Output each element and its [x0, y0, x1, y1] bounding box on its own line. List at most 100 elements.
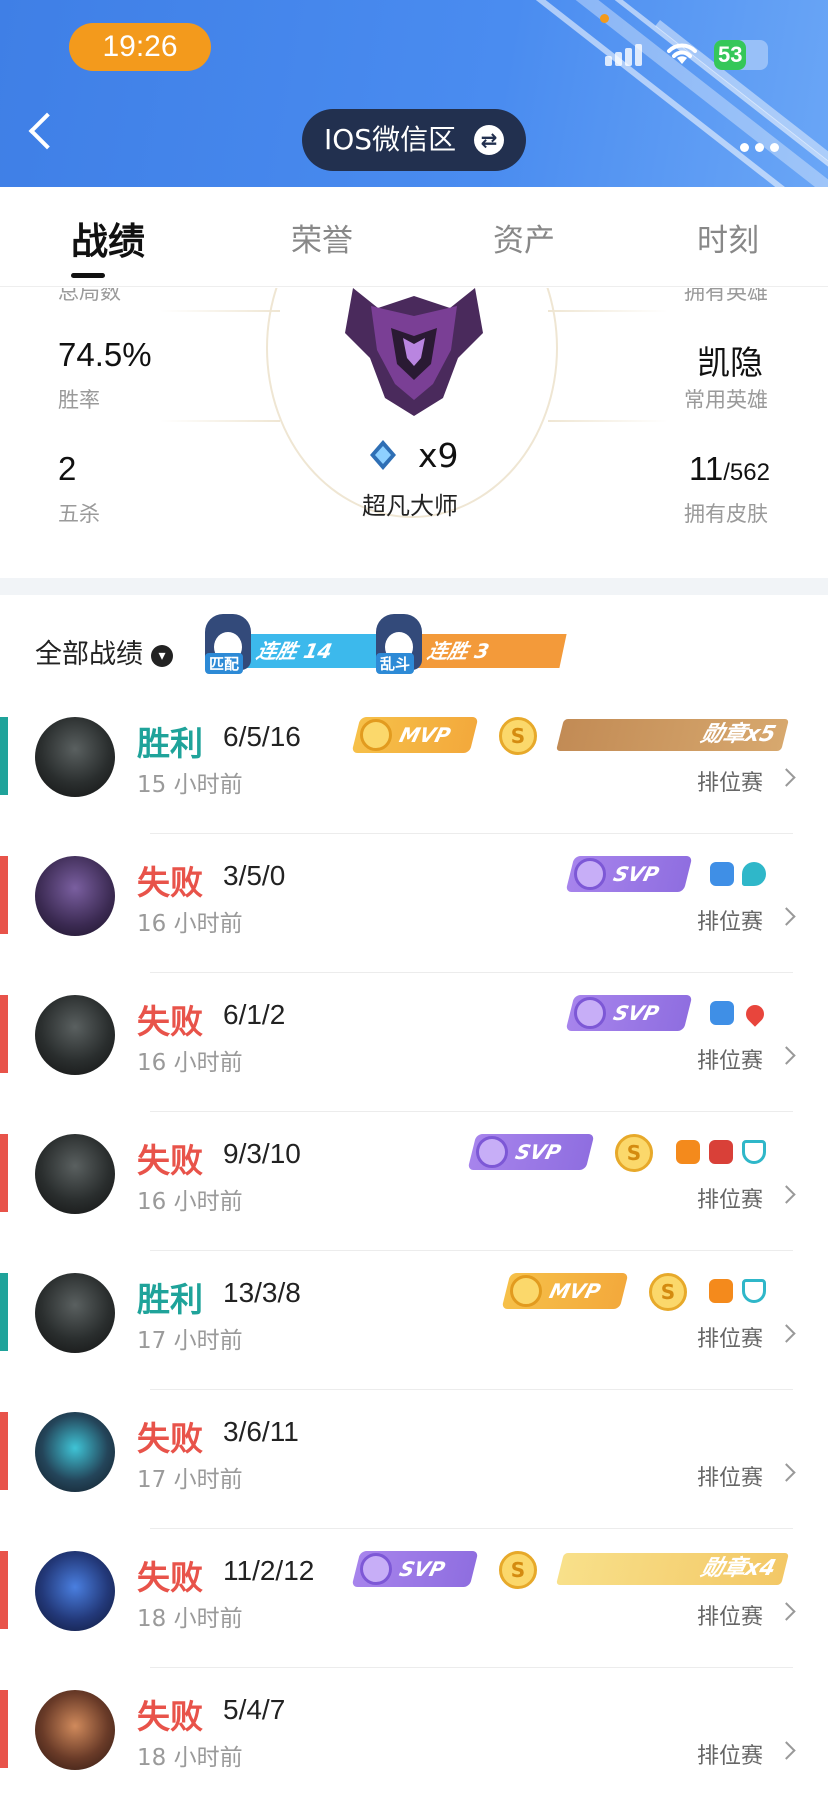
achievement-icon [742, 1001, 768, 1027]
match-row[interactable]: 失败 6/1/2 16 小时前 SVP 排位赛 [0, 973, 828, 1112]
achievement-icon [710, 862, 734, 886]
s-grade-coin-icon: S [649, 1273, 687, 1311]
records-filter-button[interactable]: 全部战绩 ▾ [35, 632, 173, 671]
match-mode: 排位赛 [697, 1744, 764, 1769]
match-mode: 排位赛 [697, 1188, 764, 1213]
more-options-button[interactable] [740, 137, 785, 156]
match-row[interactable]: 胜利 13/3/8 17 小时前 MVP S 排位赛 [0, 1251, 828, 1390]
chevron-right-icon [777, 1324, 796, 1343]
hero-avatar [35, 1690, 115, 1770]
achievement-icon [709, 1279, 733, 1303]
match-mode: 排位赛 [697, 1605, 764, 1630]
achievement-icon [742, 1279, 766, 1303]
match-mode: 排位赛 [697, 910, 764, 935]
match-kda: 3/6/11 [223, 1416, 299, 1447]
hero-avatar [35, 1412, 115, 1492]
favorite-hero-value[interactable]: 凯隐 [697, 336, 763, 384]
chevron-right-icon [777, 1741, 796, 1760]
tab-record[interactable]: 战绩 [71, 211, 145, 265]
hero-avatar [35, 856, 115, 936]
match-result: 失败 [137, 1002, 203, 1041]
match-kda: 5/4/7 [223, 1694, 286, 1725]
notification-dot [600, 14, 609, 23]
match-result: 胜利 [137, 724, 203, 763]
result-side-bar [0, 856, 8, 934]
match-row[interactable]: 失败 9/3/10 16 小时前 SVP S 排位赛 [0, 1112, 828, 1251]
tab-active-indicator [71, 273, 105, 278]
match-result: 失败 [137, 1697, 203, 1736]
skins-owned-value[interactable]: 11/562 [689, 450, 770, 488]
match-row[interactable]: 失败 11/2/12 18 小时前 SVP S 勋章x4 排位赛 [0, 1529, 828, 1668]
region-switch-button[interactable]: IOS微信区 ⇄ [302, 109, 526, 171]
result-side-bar [0, 1412, 8, 1490]
match-row[interactable]: 胜利 6/5/16 15 小时前 MVP S 勋章x5 排位赛 [0, 695, 828, 834]
chevron-right-icon [777, 768, 796, 787]
svp-badge: SVP [565, 995, 693, 1031]
match-row[interactable]: 失败 5/4/7 18 小时前 排位赛 [0, 1668, 828, 1807]
chevron-right-icon [777, 1463, 796, 1482]
match-mode: 排位赛 [697, 1466, 764, 1491]
achievement-icon [742, 1140, 766, 1164]
streak-badge-match: 连胜 14 匹配 [205, 614, 401, 674]
hero-avatar [35, 717, 115, 797]
result-side-bar [0, 1273, 8, 1351]
match-kda: 6/5/16 [223, 721, 301, 752]
tab-moments[interactable]: 时刻 [697, 215, 759, 260]
match-row[interactable]: 失败 3/6/11 17 小时前 排位赛 [0, 1390, 828, 1529]
streak-badge-brawl: 连胜 3 乱斗 [376, 614, 567, 674]
skins-owned-label: 拥有皮肤 [684, 502, 768, 526]
status-time: 19:26 [69, 23, 211, 71]
result-side-bar [0, 1551, 8, 1629]
streak-mode-tag: 匹配 [205, 653, 244, 674]
s-grade-coin-icon: S [499, 1551, 537, 1589]
medal-icon [574, 997, 606, 1029]
result-side-bar [0, 1134, 8, 1212]
tab-assets[interactable]: 资产 [493, 215, 555, 260]
medal-icon [360, 719, 392, 751]
hero-avatar [35, 1551, 115, 1631]
mvp-badge: MVP [501, 1273, 629, 1309]
mvp-badge: MVP [351, 717, 479, 753]
svp-badge: SVP [351, 1551, 479, 1587]
tab-bar: 战绩 荣誉 资产 时刻 [0, 187, 828, 287]
hero-avatar [35, 995, 115, 1075]
medal-icon [510, 1275, 542, 1307]
medal-icon [360, 1553, 392, 1585]
section-divider [0, 578, 828, 595]
match-mode: 排位赛 [697, 1049, 764, 1074]
match-time-ago: 18 小时前 [137, 1606, 243, 1632]
win-rate-label: 胜率 [58, 388, 100, 412]
match-time-ago: 17 小时前 [137, 1328, 243, 1354]
rank-stars-count: x9 [418, 436, 459, 475]
records-title: 全部战绩 [35, 639, 143, 670]
penta-kill-value: 2 [58, 450, 77, 487]
match-result: 失败 [137, 1419, 203, 1458]
match-result: 失败 [137, 1558, 203, 1597]
win-rate-value: 74.5% [58, 336, 152, 373]
medal-icon [476, 1136, 508, 1168]
match-time-ago: 18 小时前 [137, 1745, 243, 1771]
rank-star-icon [370, 440, 396, 470]
rank-emblem-icon[interactable] [333, 288, 495, 418]
back-button[interactable] [28, 112, 66, 150]
match-kda: 13/3/8 [223, 1277, 301, 1308]
match-time-ago: 17 小时前 [137, 1467, 243, 1493]
match-result: 失败 [137, 863, 203, 902]
battery-icon: 53 [714, 40, 768, 70]
streak-label: 连胜 3 [414, 634, 567, 668]
chevron-right-icon [777, 1185, 796, 1204]
match-kda: 9/3/10 [223, 1138, 301, 1169]
wifi-icon [667, 43, 697, 64]
chevron-right-icon [777, 1046, 796, 1065]
result-side-bar [0, 995, 8, 1073]
streak-mode-tag: 乱斗 [376, 653, 415, 674]
profile-summary: 总局数 拥有英雄 74.5% 胜率 2 五杀 凯隐 常用英雄 11/562 拥有… [0, 288, 828, 578]
match-row[interactable]: 失败 3/5/0 16 小时前 SVP 排位赛 [0, 834, 828, 973]
achievement-icon [676, 1140, 700, 1164]
match-time-ago: 16 小时前 [137, 1050, 243, 1076]
owned-heroes-label: 拥有英雄 [684, 288, 768, 304]
tab-honor[interactable]: 荣誉 [291, 215, 353, 260]
hero-avatar [35, 1134, 115, 1214]
medal-icon [574, 858, 606, 890]
favorite-hero-label: 常用英雄 [684, 388, 768, 412]
